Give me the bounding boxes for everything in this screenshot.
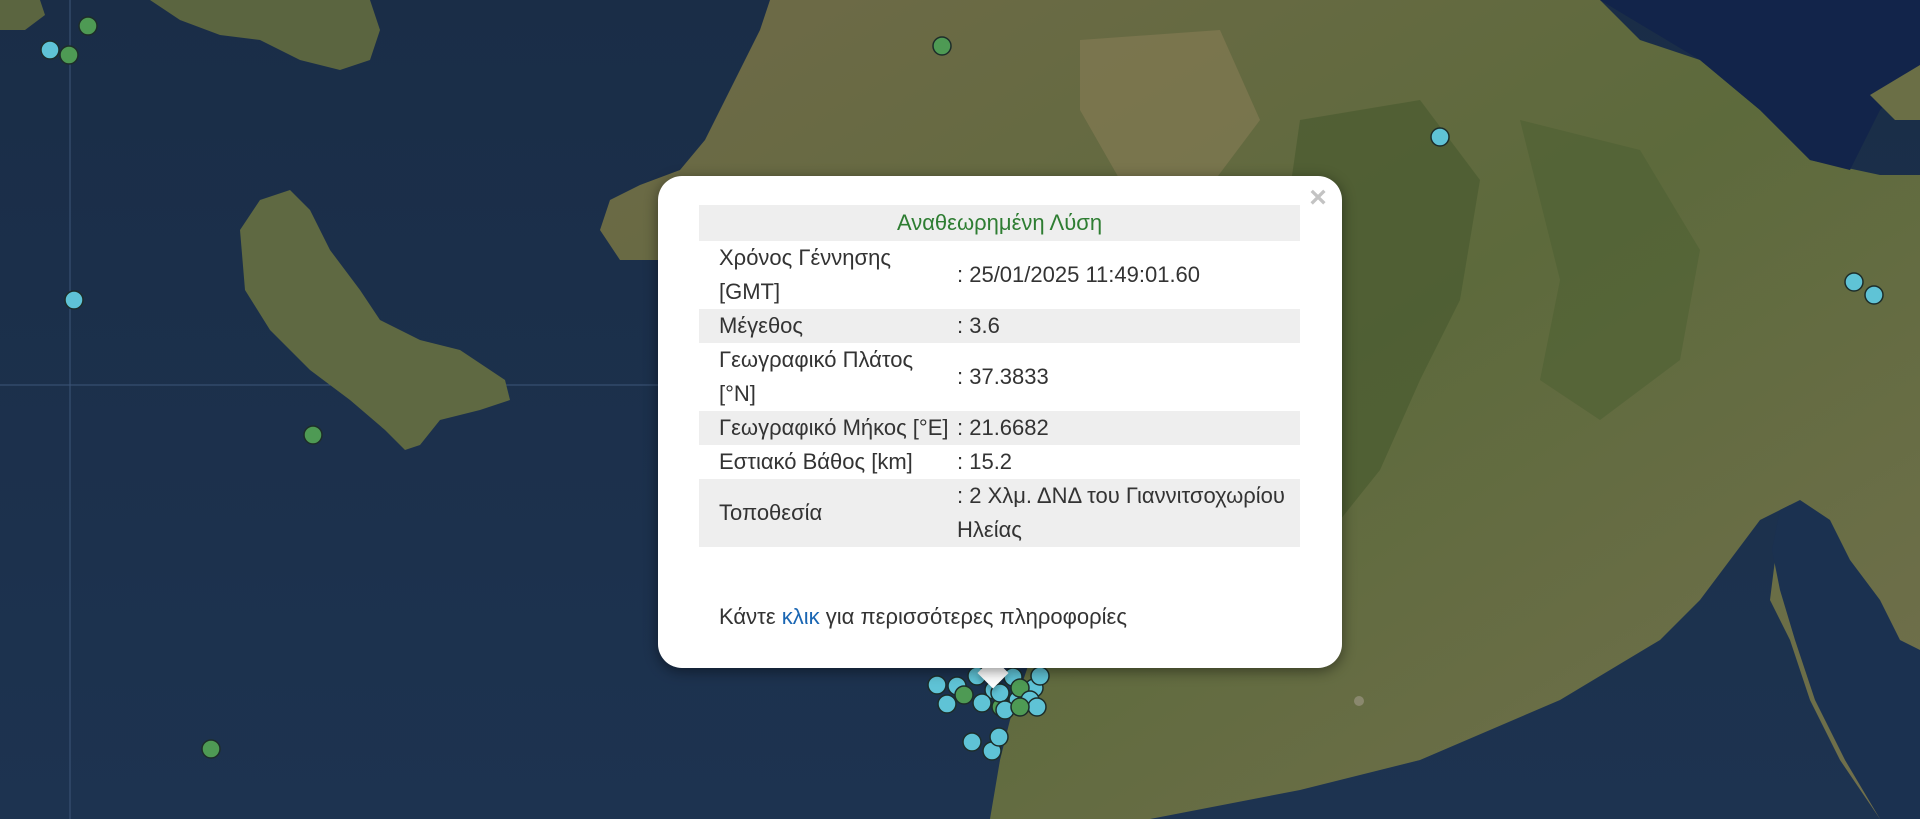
close-icon[interactable]: × [1304,183,1332,213]
settlement-dot [1354,696,1364,706]
origin-time-label: Χρόνος Γέννησης [GMT] [719,245,891,304]
earthquake-popup: × Αναθεωρημένη Λύση Χρόνος Γέννησης [GMT… [658,176,1342,668]
table-row: Γεωγραφικό Μήκος [°E] : 21.6682 [699,411,1300,445]
more-info-link[interactable]: κλικ [782,604,820,629]
earthquake-marker-green[interactable] [932,36,952,56]
origin-time-value: : 25/01/2025 11:49:01.60 [957,262,1201,287]
magnitude-label: Μέγεθος [699,309,949,343]
earthquake-marker-cyan[interactable] [1864,285,1884,305]
more-info-line: Κάντε κλικ για περισσότερες πληροφορίες [719,604,1127,630]
earthquake-marker-cyan[interactable] [962,732,982,752]
solution-status: Αναθεωρημένη Λύση [699,205,1300,241]
earthquake-marker-cyan[interactable] [1030,666,1050,686]
earthquake-marker-green[interactable] [59,45,79,65]
earthquake-marker-cyan[interactable] [1430,127,1450,147]
earthquake-marker-cyan[interactable] [972,693,992,713]
more-info-suffix: για περισσότερες πληροφορίες [825,604,1127,629]
more-info-prefix: Κάντε [719,604,776,629]
earthquake-marker-green[interactable] [201,739,221,759]
earthquake-marker-cyan[interactable] [1844,272,1864,292]
location-value: : 2 Χλμ. ΔΝΔ του Γιαννιτσοχωρίου Ηλείας [949,479,1300,547]
earthquake-marker-green[interactable] [954,685,974,705]
earthquake-marker-green[interactable] [78,16,98,36]
map-viewport[interactable]: × Αναθεωρημένη Λύση Χρόνος Γέννησης [GMT… [0,0,1920,819]
longitude-label: Γεωγραφικό Μήκος [°E] [699,411,949,445]
latitude-label: Γεωγραφικό Πλάτος [°N] [719,347,914,406]
earthquake-marker-green[interactable] [303,425,323,445]
depth-label: Εστιακό Βάθος [km] [719,449,913,474]
table-row: Χρόνος Γέννησης [GMT] : 25/01/2025 11:49… [699,241,1300,309]
earthquake-marker-cyan[interactable] [64,290,84,310]
table-row: Μέγεθος : 3.6 [699,309,1300,343]
earthquake-marker-cyan[interactable] [937,694,957,714]
location-label: Τοποθεσία [699,479,949,547]
earthquake-marker-cyan[interactable] [1027,697,1047,717]
latitude-value: : 37.3833 [957,364,1049,389]
depth-value: : 15.2 [957,449,1013,474]
earthquake-marker-cyan[interactable] [927,675,947,695]
table-row: Εστιακό Βάθος [km] : 15.2 [699,445,1300,479]
longitude-value: : 21.6682 [949,411,1300,445]
table-row: Τοποθεσία : 2 Χλμ. ΔΝΔ του Γιαννιτσοχωρί… [699,479,1300,547]
table-row: Γεωγραφικό Πλάτος [°N] : 37.3833 [699,343,1300,411]
earthquake-marker-cyan[interactable] [40,40,60,60]
earthquake-marker-cyan[interactable] [989,727,1009,747]
earthquake-marker-green[interactable] [1010,697,1030,717]
status-row: Αναθεωρημένη Λύση [699,205,1300,241]
magnitude-value: : 3.6 [949,309,1300,343]
earthquake-details-table: Αναθεωρημένη Λύση Χρόνος Γέννησης [GMT] … [699,205,1300,547]
